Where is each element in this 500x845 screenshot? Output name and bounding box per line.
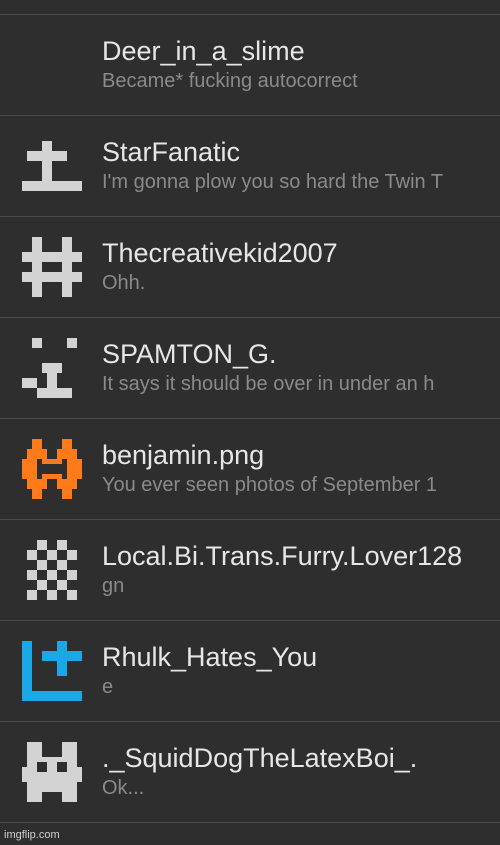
conversation-row[interactable]: StarFanatic I'm gonna plow you so hard t… xyxy=(0,116,500,217)
conversation-last-message: gn xyxy=(102,575,125,597)
conversation-row[interactable]: Rhulk_Hates_You e xyxy=(0,621,500,722)
conversation-list: Deer_in_a_slime Became* fucking autocorr… xyxy=(0,14,500,823)
conversation-username: Thecreativekid2007 xyxy=(102,238,338,268)
pixel-avatar-creature-icon[interactable] xyxy=(22,742,82,802)
conversation-last-message: Ohh. xyxy=(102,272,146,294)
conversation-username: ._SquidDogTheLatexBoi_. xyxy=(102,743,418,773)
conversation-username: benjamin.png xyxy=(102,440,265,470)
conversation-last-message: Became* fucking autocorrect xyxy=(102,70,358,92)
conversation-row[interactable]: Thecreativekid2007 Ohh. xyxy=(0,217,500,318)
conversation-row[interactable]: benjamin.png You ever seen photos of Sep… xyxy=(0,419,500,520)
conversation-row[interactable]: SPAMTON_G. It says it should be over in … xyxy=(0,318,500,419)
conversation-last-message: You ever seen photos of September 1 xyxy=(102,474,438,496)
pixel-avatar-cross-icon[interactable] xyxy=(22,136,82,196)
conversation-last-message: Ok... xyxy=(102,777,145,799)
conversation-row[interactable]: Deer_in_a_slime Became* fucking autocorr… xyxy=(0,15,500,116)
pixel-avatar-checker-icon[interactable] xyxy=(22,540,82,600)
conversation-username: StarFanatic xyxy=(102,137,241,167)
conversation-username: SPAMTON_G. xyxy=(102,339,277,369)
conversation-last-message: I'm gonna plow you so hard the Twin T xyxy=(102,171,444,193)
conversation-username: Deer_in_a_slime xyxy=(102,36,305,66)
avatar-placeholder[interactable] xyxy=(22,35,82,95)
conversation-list-page: Deer_in_a_slime Became* fucking autocorr… xyxy=(0,0,500,845)
pixel-avatar-blue-plus-icon[interactable] xyxy=(22,641,82,701)
conversation-username: Local.Bi.Trans.Furry.Lover128 xyxy=(102,541,463,571)
pixel-avatar-hash-icon[interactable] xyxy=(22,237,82,297)
conversation-row[interactable]: Local.Bi.Trans.Furry.Lover128 gn xyxy=(0,520,500,621)
conversation-username: Rhulk_Hates_You xyxy=(102,642,318,672)
pixel-avatar-orange-icon[interactable] xyxy=(22,439,82,499)
pixel-avatar-face-icon[interactable] xyxy=(22,338,82,398)
conversation-row[interactable]: ._SquidDogTheLatexBoi_. Ok... xyxy=(0,722,500,823)
conversation-last-message: It says it should be over in under an h xyxy=(102,373,435,395)
conversation-last-message: e xyxy=(102,676,114,698)
imgflip-watermark: imgflip.com xyxy=(4,829,60,841)
